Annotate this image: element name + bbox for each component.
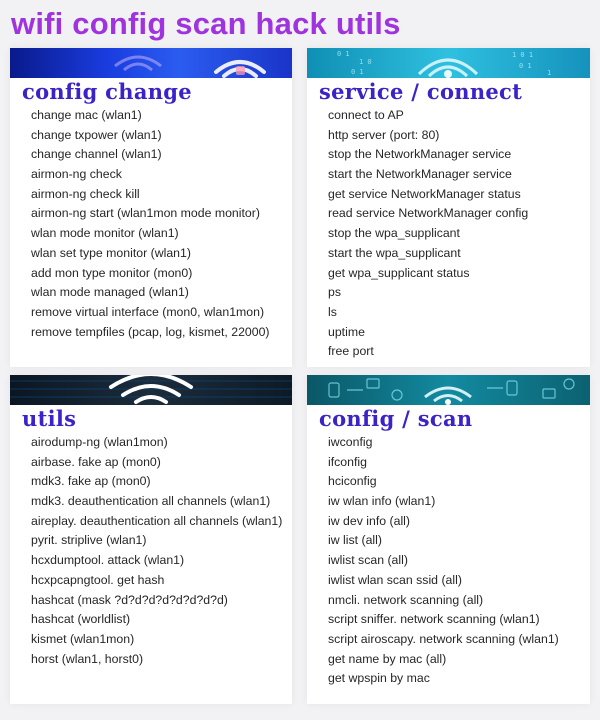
- menu-item-iwlist-scan[interactable]: iwlist scan (all): [328, 551, 559, 571]
- card-banner: [10, 375, 292, 405]
- menu-item-stop-networkmanager[interactable]: stop the NetworkManager service: [328, 145, 528, 165]
- menu-item-hciconfig[interactable]: hciconfig: [328, 472, 559, 492]
- menu-item-change-channel[interactable]: change channel (wlan1): [31, 145, 270, 165]
- menu-item-iw-wlan-info[interactable]: iw wlan info (wlan1): [328, 492, 559, 512]
- card-title: config / scan: [319, 406, 473, 431]
- menu-item-hcxpcapngtool-hash[interactable]: hcxpcapngtool. get hash: [31, 571, 282, 591]
- menu-list: change mac (wlan1) change txpower (wlan1…: [31, 106, 270, 342]
- card-utils: utils airodump-ng (wlan1mon) airbase. fa…: [10, 375, 292, 704]
- menu-item-kismet[interactable]: kismet (wlan1mon): [31, 630, 282, 650]
- menu-item-hashcat-wordlist[interactable]: hashcat (worldlist): [31, 610, 282, 630]
- svg-text:0 1: 0 1: [337, 50, 350, 58]
- menu-item-change-mac[interactable]: change mac (wlan1): [31, 106, 270, 126]
- menu-item-get-name-by-mac[interactable]: get name by mac (all): [328, 650, 559, 670]
- menu-item-ifconfig[interactable]: ifconfig: [328, 453, 559, 473]
- menu-item-uptime[interactable]: uptime: [328, 323, 528, 343]
- menu-item-airbase-fake-ap[interactable]: airbase. fake ap (mon0): [31, 453, 282, 473]
- card-title: config change: [22, 79, 192, 104]
- menu-item-hashcat-mask[interactable]: hashcat (mask ?d?d?d?d?d?d?d?d): [31, 591, 282, 611]
- menu-item-script-airoscapy[interactable]: script airoscapy. network scanning (wlan…: [328, 630, 559, 650]
- menu-item-remove-virtual-interface[interactable]: remove virtual interface (mon0, wlan1mon…: [31, 303, 270, 323]
- menu-item-connect-to-ap[interactable]: connect to AP: [328, 106, 528, 126]
- card-config-change: config change change mac (wlan1) change …: [10, 48, 292, 367]
- menu-item-networkmanager-status[interactable]: get service NetworkManager status: [328, 185, 528, 205]
- menu-item-iwconfig[interactable]: iwconfig: [328, 433, 559, 453]
- svg-text:1 0 1: 1 0 1: [512, 51, 533, 59]
- menu-item-mdk3-fake-ap[interactable]: mdk3. fake ap (mon0): [31, 472, 282, 492]
- card-banner: [10, 48, 292, 78]
- menu-item-script-sniffer[interactable]: script sniffer. network scanning (wlan1): [328, 610, 559, 630]
- menu-item-stop-wpa-supplicant[interactable]: stop the wpa_supplicant: [328, 224, 528, 244]
- card-config-scan: config / scan iwconfig ifconfig hciconfi…: [307, 375, 590, 704]
- svg-text:1: 1: [547, 69, 551, 77]
- wifi-icon: [10, 375, 292, 405]
- menu-item-horst[interactable]: horst (wlan1, horst0): [31, 650, 282, 670]
- wifi-icon: [10, 48, 292, 78]
- svg-text:1 0: 1 0: [359, 58, 372, 66]
- menu-item-pyrit-striplive[interactable]: pyrit. striplive (wlan1): [31, 531, 282, 551]
- menu-item-airmon-start[interactable]: airmon-ng start (wlan1mon mode monitor): [31, 204, 270, 224]
- menu-list: iwconfig ifconfig hciconfig iw wlan info…: [328, 433, 559, 689]
- card-banner: 0 1 1 0 0 1 1 0 1 0 1 1: [307, 48, 590, 78]
- menu-item-ps[interactable]: ps: [328, 283, 528, 303]
- menu-item-airmon-check-kill[interactable]: airmon-ng check kill: [31, 185, 270, 205]
- menu-item-airmon-check[interactable]: airmon-ng check: [31, 165, 270, 185]
- menu-item-networkmanager-config[interactable]: read service NetworkManager config: [328, 204, 528, 224]
- card-service-connect: 0 1 1 0 0 1 1 0 1 0 1 1 service / connect co…: [307, 48, 590, 367]
- menu-item-wlan-mode-managed[interactable]: wlan mode managed (wlan1): [31, 283, 270, 303]
- menu-item-change-txpower[interactable]: change txpower (wlan1): [31, 126, 270, 146]
- menu-item-iw-dev-info[interactable]: iw dev info (all): [328, 512, 559, 532]
- menu-item-iwlist-scan-ssid[interactable]: iwlist wlan scan ssid (all): [328, 571, 559, 591]
- menu-item-wpa-supplicant-status[interactable]: get wpa_supplicant status: [328, 264, 528, 284]
- menu-item-get-wpspin-by-mac[interactable]: get wpspin by mac: [328, 669, 559, 689]
- menu-item-hcxdumptool-attack[interactable]: hcxdumptool. attack (wlan1): [31, 551, 282, 571]
- wifi-icon: 0 1 1 0 0 1 1 0 1 0 1 1: [307, 48, 590, 78]
- card-banner: [307, 375, 590, 405]
- menu-item-iw-list[interactable]: iw list (all): [328, 531, 559, 551]
- menu-item-start-networkmanager[interactable]: start the NetworkManager service: [328, 165, 528, 185]
- menu-item-wlan-mode-monitor[interactable]: wlan mode monitor (wlan1): [31, 224, 270, 244]
- card-title: utils: [22, 406, 77, 431]
- card-title: service / connect: [319, 79, 523, 104]
- menu-item-aireplay-deauth[interactable]: aireplay. deauthentication all channels …: [31, 512, 282, 532]
- menu-item-free-port[interactable]: free port: [328, 342, 528, 362]
- svg-text:0 1: 0 1: [519, 62, 532, 70]
- menu-item-airodump[interactable]: airodump-ng (wlan1mon): [31, 433, 282, 453]
- menu-item-add-mon-type-monitor[interactable]: add mon type monitor (mon0): [31, 264, 270, 284]
- menu-list: connect to AP http server (port: 80) sto…: [328, 106, 528, 362]
- menu-item-ls[interactable]: ls: [328, 303, 528, 323]
- menu-item-nmcli-scan[interactable]: nmcli. network scanning (all): [328, 591, 559, 611]
- wifi-icon: [307, 375, 590, 405]
- svg-text:0 1: 0 1: [351, 68, 364, 76]
- menu-list: airodump-ng (wlan1mon) airbase. fake ap …: [31, 433, 282, 669]
- menu-item-start-wpa-supplicant[interactable]: start the wpa_supplicant: [328, 244, 528, 264]
- menu-item-mdk3-deauth[interactable]: mdk3. deauthentication all channels (wla…: [31, 492, 282, 512]
- menu-item-wlan-set-type-monitor[interactable]: wlan set type monitor (wlan1): [31, 244, 270, 264]
- menu-item-remove-tempfiles[interactable]: remove tempfiles (pcap, log, kismet, 220…: [31, 323, 270, 343]
- page-title: wifi config scan hack utils: [11, 6, 401, 41]
- menu-item-http-server[interactable]: http server (port: 80): [328, 126, 528, 146]
